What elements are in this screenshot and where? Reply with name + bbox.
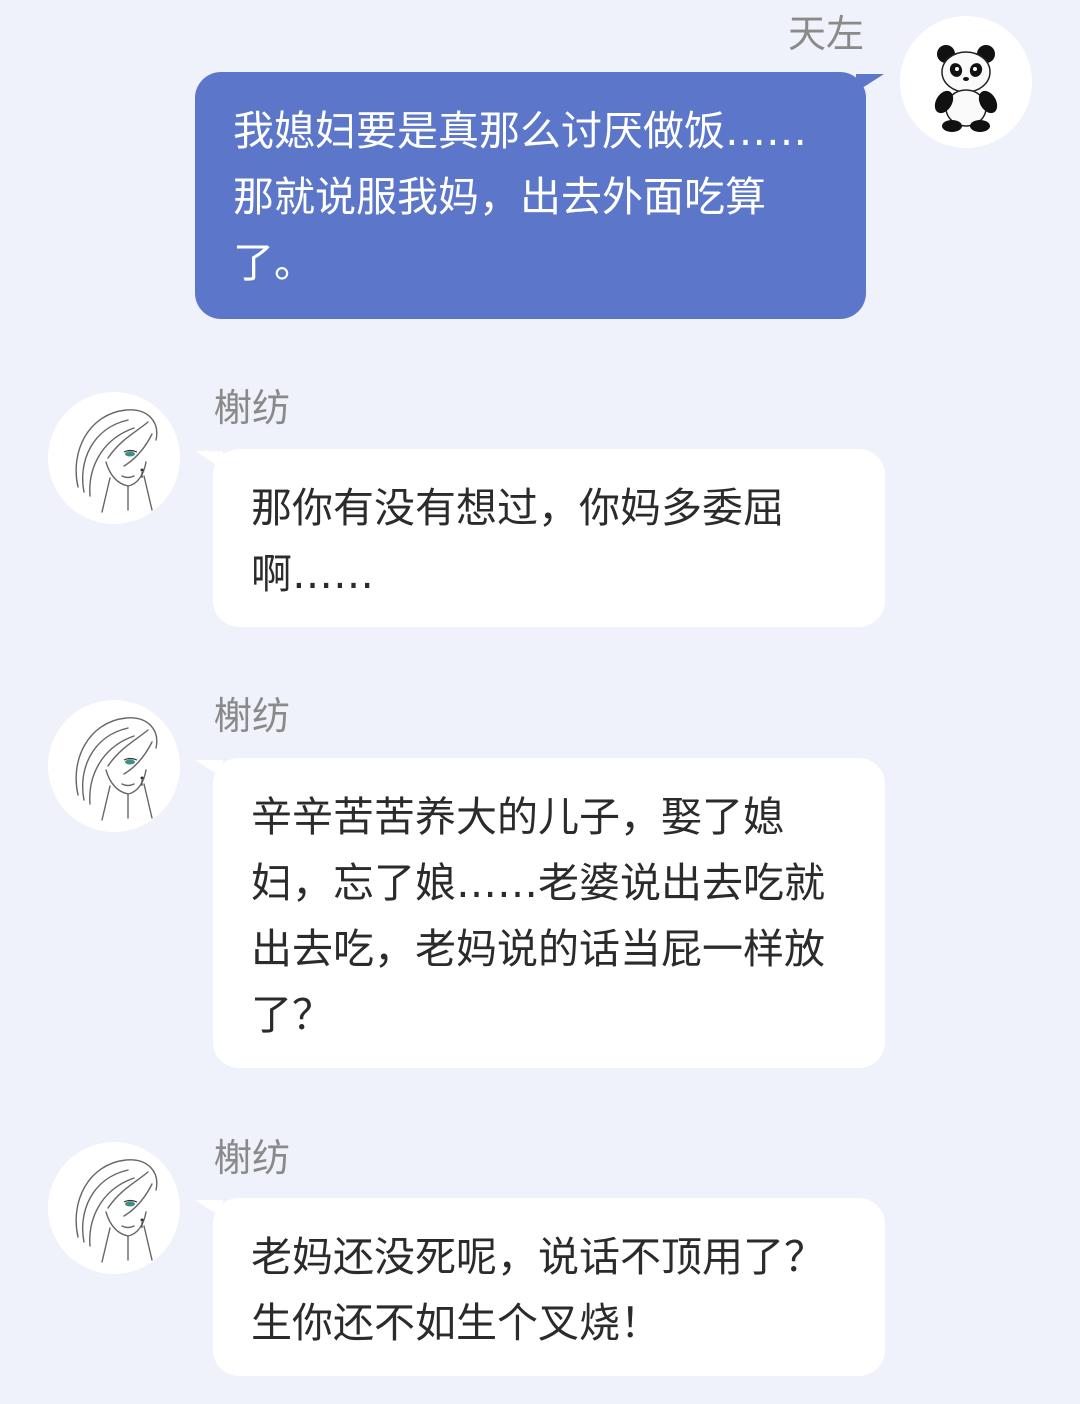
sender-name: 天左 bbox=[787, 12, 864, 56]
message-bubble[interactable]: 我媳妇要是真那么讨厌做饭……那就说服我妈，出去外面吃算了。 bbox=[195, 72, 884, 319]
woman-sketch-icon[interactable] bbox=[48, 1142, 180, 1274]
message-bubble[interactable]: 那你有没有想过，你妈多委屈啊…… bbox=[195, 449, 885, 627]
sender-name: 榭纺 bbox=[214, 1136, 291, 1180]
woman-sketch-icon[interactable] bbox=[48, 392, 180, 524]
panda-icon[interactable] bbox=[900, 16, 1032, 148]
sender-name: 榭纺 bbox=[214, 386, 291, 430]
woman-sketch-icon[interactable] bbox=[48, 700, 180, 832]
message-bubble[interactable]: 辛辛苦苦养大的儿子，娶了媳妇，忘了娘……老婆说出去吃就出去吃，老妈说的话当屁一样… bbox=[195, 758, 885, 1068]
sender-name: 榭纺 bbox=[214, 694, 291, 738]
chat-view: 天左 我媳妇要是真那么讨厌做饭……那就说服我妈，出去外面吃算了。 榭纺 那你有没… bbox=[0, 0, 1080, 1404]
message-bubble[interactable]: 老妈还没死呢，说话不顶用了？生你还不如生个叉烧！ bbox=[195, 1198, 885, 1376]
